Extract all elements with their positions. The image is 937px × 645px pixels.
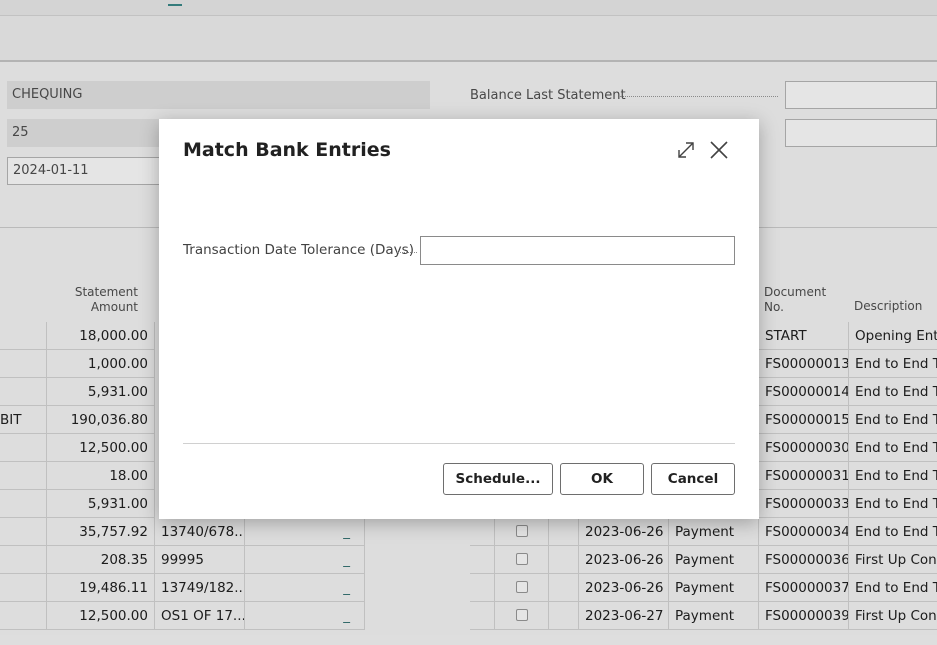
match-bank-entries-dialog: Match Bank Entries Transaction Date Tole… [159,119,759,519]
transaction-date-tolerance-label: Transaction Date Tolerance (Days) [183,242,414,258]
dialog-separator [183,443,735,444]
label-dots [397,252,417,253]
transaction-date-tolerance-input[interactable] [420,236,735,265]
schedule-button[interactable]: Schedule... [443,463,553,495]
cancel-button[interactable]: Cancel [651,463,735,495]
close-icon[interactable] [707,138,731,162]
expand-icon[interactable] [674,138,698,162]
dialog-title: Match Bank Entries [183,139,391,161]
ok-button[interactable]: OK [560,463,644,495]
